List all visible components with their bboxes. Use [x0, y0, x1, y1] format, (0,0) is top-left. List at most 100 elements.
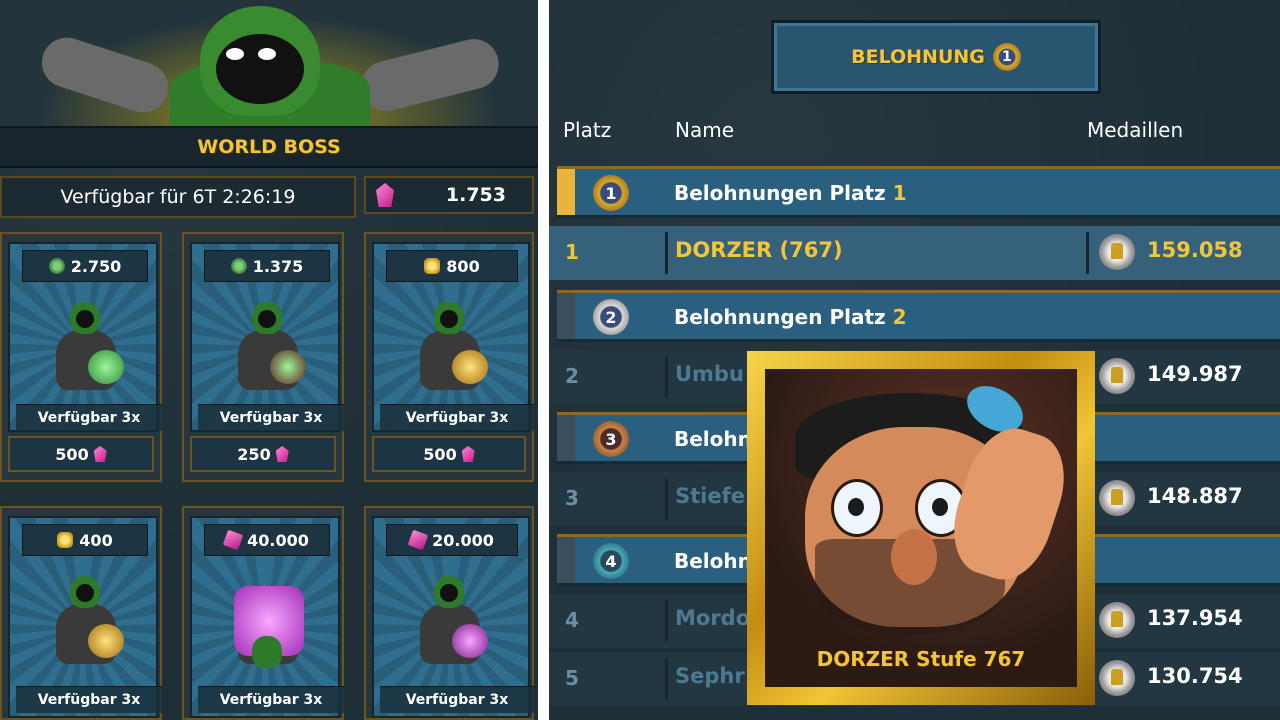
card-price-value: 800 [446, 256, 480, 276]
card-figure [42, 576, 126, 676]
card-price: 40.000 [204, 524, 330, 556]
card-availability: Verfügbar 3x [198, 686, 344, 713]
shop-card-3[interactable]: 800 Verfügbar 3x 500 [364, 232, 534, 482]
medal-icon [1099, 358, 1135, 394]
card-artwork: 40.000 Verfügbar 3x [190, 516, 344, 718]
boss-eye-right [258, 48, 276, 60]
gem-balance[interactable]: 1.753 [364, 176, 534, 214]
category-label: Belohn [674, 549, 752, 573]
card-price-value: 20.000 [432, 530, 494, 550]
rank-1-badge-icon: 1 [992, 43, 1021, 71]
reward-header-title: BELOHNUNG [851, 46, 985, 68]
boss-eye-left [226, 48, 244, 60]
column-separator [665, 232, 668, 274]
reward-header-button[interactable]: BELOHNUNG 1 [771, 20, 1101, 94]
medal-icon [1099, 234, 1135, 270]
shop-card-2[interactable]: 1.375 Verfügbar 3x 250 [182, 232, 344, 482]
green-gem-icon [230, 258, 247, 274]
rank-number: 3 [565, 486, 579, 510]
card-price-value: 400 [79, 530, 113, 550]
player-name: Stiefe [675, 484, 745, 508]
medal-icon [1099, 602, 1135, 638]
rank-number: 2 [565, 364, 579, 388]
rank-4-badge-icon: 4 [593, 543, 629, 579]
card-cost-value: 500 [55, 444, 89, 464]
leaderboard-panel: BELOHNUNG 1 Platz Name Medaillen 1 Beloh… [549, 0, 1280, 720]
medal-count: 130.754 [1147, 664, 1243, 688]
medal-count: 149.987 [1147, 362, 1243, 386]
boss-arm-right [356, 33, 504, 117]
column-separator [665, 356, 668, 398]
shop-card-1[interactable]: 2.750 Verfügbar 3x 500 [0, 232, 162, 482]
world-boss-panel: WORLD BOSS Verfügbar für 6T 2:26:19 1.75… [0, 0, 538, 720]
world-boss-artwork [0, 0, 538, 130]
reward-category-2[interactable]: 2 Belohnungen Platz 2 [557, 290, 1280, 342]
card-buy-button[interactable]: 500 [372, 436, 526, 472]
column-separator [665, 600, 668, 642]
card-artwork: 800 Verfügbar 3x [372, 242, 534, 432]
rank-1-badge-icon: 1 [593, 175, 629, 211]
category-cap [557, 537, 575, 583]
card-buy-button[interactable]: 250 [190, 436, 336, 472]
world-boss-title: WORLD BOSS [197, 136, 341, 158]
gem-icon [93, 446, 107, 462]
card-artwork: 400 Verfügbar 3x [8, 516, 162, 718]
green-gem-icon [48, 258, 65, 274]
shop-card-5[interactable]: 40.000 Verfügbar 3x [182, 506, 344, 720]
rank-2-badge-icon: 2 [593, 299, 629, 335]
timer-text: Verfügbar für 6T 2:26:19 [60, 186, 296, 208]
column-separator [1086, 232, 1089, 274]
player-name: Sephr [675, 664, 745, 688]
column-separator [665, 658, 668, 700]
leaderboard-row[interactable]: 1 DORZER (767) 159.058 [549, 226, 1280, 280]
gem-icon [275, 446, 289, 462]
category-cap [557, 415, 575, 461]
card-artwork: 1.375 Verfügbar 3x [190, 242, 344, 432]
shop-card-6[interactable]: 20.000 Verfügbar 3x [364, 506, 534, 720]
gem-balance-value: 1.753 [445, 184, 506, 206]
pink-crystal-icon [407, 529, 429, 551]
reward-category-1[interactable]: 1 Belohnungen Platz 1 [557, 166, 1280, 218]
rank-number: 5 [565, 666, 579, 690]
card-price: 2.750 [22, 250, 148, 282]
card-availability: Verfügbar 3x [198, 404, 344, 431]
column-medals: Medaillen [1087, 118, 1184, 142]
gem-icon [461, 446, 475, 462]
medal-count: 148.887 [1147, 484, 1243, 508]
rank-number: 4 [565, 608, 579, 632]
medal-count: 137.954 [1147, 606, 1243, 630]
player-avatar: DORZER Stufe 767 [765, 369, 1077, 687]
card-price: 20.000 [386, 524, 518, 556]
card-figure [224, 302, 308, 402]
card-figure [406, 302, 490, 402]
boss-face [216, 34, 304, 104]
column-separator [665, 478, 668, 520]
rank-3-badge-icon: 3 [593, 421, 629, 457]
category-label: Belohnungen Platz 2 [674, 305, 907, 329]
avatar-nose [891, 529, 937, 585]
card-artwork: 20.000 Verfügbar 3x [372, 516, 534, 718]
card-price-value: 2.750 [70, 256, 122, 276]
gem-icon [376, 183, 394, 207]
gold-coin-icon [424, 258, 441, 274]
card-artwork: 2.750 Verfügbar 3x [8, 242, 162, 432]
player-level-label: DORZER Stufe 767 [816, 647, 1026, 671]
card-availability: Verfügbar 3x [380, 404, 534, 431]
gold-coin-icon [57, 532, 74, 548]
medal-icon [1099, 480, 1135, 516]
category-label: Belohnungen Platz 1 [674, 181, 907, 205]
card-price-value: 1.375 [252, 256, 304, 276]
player-name: Mordo [675, 606, 751, 630]
player-profile-card[interactable]: DORZER Stufe 767 [747, 351, 1095, 705]
card-cost-value: 250 [237, 444, 271, 464]
player-name: Umbu [675, 362, 744, 386]
shop-card-4[interactable]: 400 Verfügbar 3x [0, 506, 162, 720]
card-buy-button[interactable]: 500 [8, 436, 154, 472]
pink-crystal-icon [222, 529, 244, 551]
medal-icon [1099, 660, 1135, 696]
availability-timer: Verfügbar für 6T 2:26:19 [0, 176, 356, 218]
card-cost-value: 500 [423, 444, 457, 464]
card-availability: Verfügbar 3x [380, 686, 534, 713]
world-boss-title-bar: WORLD BOSS [0, 126, 538, 168]
category-cap [557, 293, 575, 339]
